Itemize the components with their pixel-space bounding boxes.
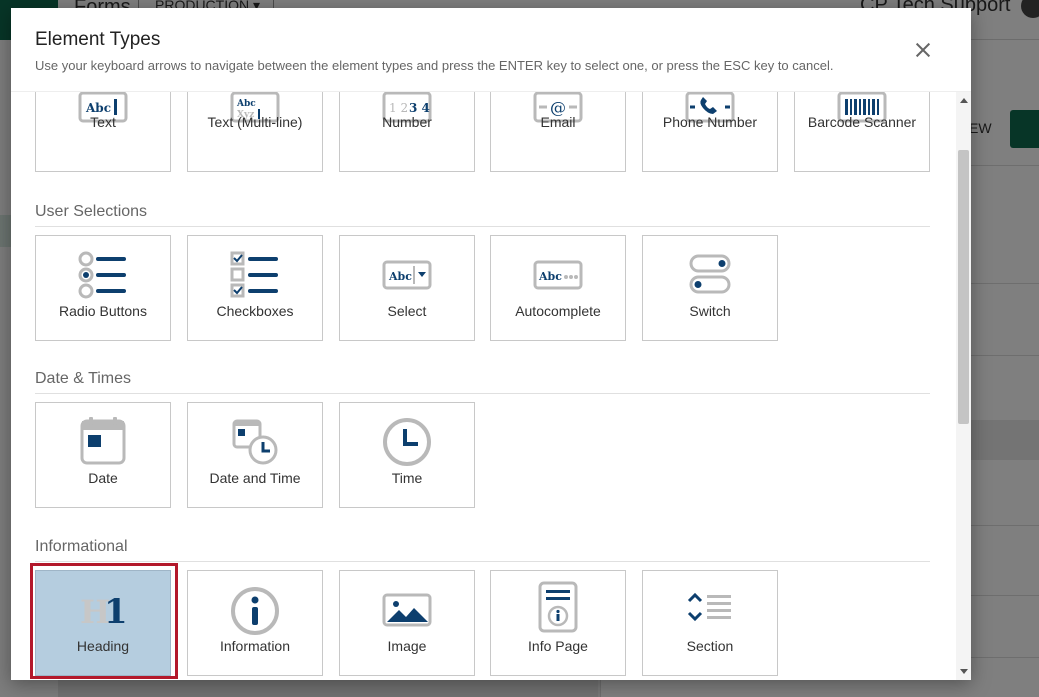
- tile-email[interactable]: @ Email: [490, 92, 626, 172]
- dialog-header: Element Types Use your keyboard arrows t…: [11, 8, 971, 92]
- tile-information[interactable]: Information: [187, 570, 323, 676]
- close-icon[interactable]: [911, 38, 935, 62]
- multiline-icon-top: Abc: [236, 99, 256, 109]
- tile-heading[interactable]: H1 Heading: [35, 570, 171, 676]
- section-divider: [35, 561, 930, 562]
- image-icon: [340, 585, 474, 645]
- tile-section[interactable]: Section: [642, 570, 778, 676]
- element-types-dialog: Element Types Use your keyboard arrows t…: [11, 8, 971, 680]
- section-divider: [35, 226, 930, 227]
- scroll-up-icon[interactable]: [960, 98, 968, 103]
- section-divider: [35, 393, 930, 394]
- tile-number[interactable]: 1 23 4 Number: [339, 92, 475, 172]
- tile-label: Text (Multi-line): [207, 114, 303, 130]
- dialog-subtitle: Use your keyboard arrows to navigate bet…: [35, 58, 834, 73]
- tile-image[interactable]: Image: [339, 570, 475, 676]
- heading-icon-1: 1: [104, 592, 128, 631]
- tile-label: Time: [391, 470, 423, 486]
- number-icon-b: 3 4: [409, 101, 430, 115]
- tile-text-multiline[interactable]: Abc Xyz Text (Multi-line): [187, 92, 323, 172]
- tile-label: Information: [219, 638, 291, 654]
- tile-select[interactable]: Abc Select: [339, 235, 475, 341]
- info-page-icon: [491, 581, 625, 641]
- dialog-body: Abc Text Abc Xyz Text (Multi-line) 1 23 4…: [11, 92, 956, 680]
- info-icon: [188, 585, 322, 645]
- tile-barcode-scanner[interactable]: Barcode Scanner: [794, 92, 930, 172]
- calendar-icon: [36, 415, 170, 475]
- select-icon: Abc: [340, 250, 474, 310]
- tile-label: Info Page: [528, 638, 588, 654]
- tile-date[interactable]: Date: [35, 402, 171, 508]
- text-icon-text: Abc: [85, 101, 111, 115]
- tile-label: Number: [382, 114, 432, 130]
- radio-buttons-icon: [36, 250, 170, 310]
- tile-label: Date: [88, 470, 118, 486]
- tile-label: Phone Number: [662, 114, 758, 130]
- tile-label: Autocomplete: [515, 303, 601, 319]
- tile-switch[interactable]: Switch: [642, 235, 778, 341]
- tile-label: Image: [387, 638, 427, 654]
- section-title-informational: Informational: [35, 538, 128, 555]
- tile-label: Select: [387, 303, 427, 319]
- tile-label: Checkboxes: [216, 303, 294, 319]
- tile-label: Switch: [689, 303, 731, 319]
- dialog-title: Element Types: [35, 29, 161, 50]
- scrollbar-thumb[interactable]: [958, 150, 969, 424]
- tile-label: Radio Buttons: [59, 303, 147, 319]
- tile-label: Heading: [76, 638, 130, 654]
- tile-time[interactable]: Time: [339, 402, 475, 508]
- autocomplete-icon-text: Abc: [538, 270, 562, 283]
- section-title-date-times: Date & Times: [35, 370, 132, 387]
- tile-label: Section: [686, 638, 734, 654]
- clock-icon: [340, 415, 474, 475]
- calendar-clock-icon: [188, 415, 322, 475]
- tile-autocomplete[interactable]: Abc Autocomplete: [490, 235, 626, 341]
- tile-checkboxes[interactable]: Checkboxes: [187, 235, 323, 341]
- switch-icon: [643, 250, 777, 310]
- checkboxes-icon: [188, 250, 322, 310]
- tile-phone-number[interactable]: Phone Number: [642, 92, 778, 172]
- tile-label: Text: [90, 114, 116, 130]
- tile-info-page[interactable]: Info Page: [490, 570, 626, 676]
- tile-radio-buttons[interactable]: Radio Buttons: [35, 235, 171, 341]
- dialog-scrollbar[interactable]: [956, 92, 971, 680]
- scroll-down-icon[interactable]: [960, 669, 968, 674]
- autocomplete-icon: Abc: [491, 250, 625, 310]
- tile-label: Email: [540, 114, 576, 130]
- number-icon-a: 1 2: [389, 101, 408, 115]
- tile-label: Barcode Scanner: [807, 114, 917, 130]
- select-icon-text: Abc: [388, 270, 412, 283]
- tile-text[interactable]: Abc Text: [35, 92, 171, 172]
- tile-label: Date and Time: [209, 470, 301, 486]
- tile-date-and-time[interactable]: Date and Time: [187, 402, 323, 508]
- section-title-user-selections: User Selections: [35, 203, 148, 220]
